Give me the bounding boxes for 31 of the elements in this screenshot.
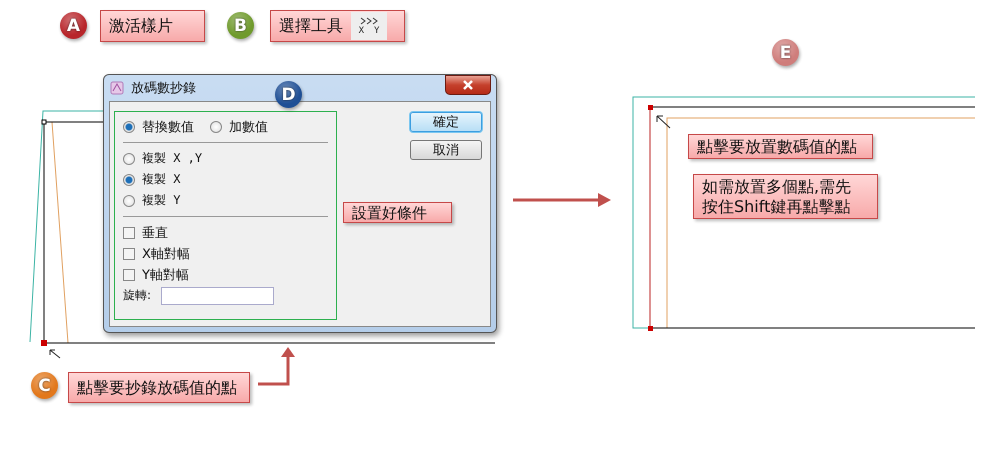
callout-text: 激活樣片 <box>109 16 173 36</box>
radio-option[interactable]: 替換數值 <box>123 118 194 136</box>
callout-text: 設置好條件 <box>352 202 427 222</box>
close-button[interactable] <box>445 75 491 95</box>
cursor-icon <box>656 116 670 128</box>
checkbox-option[interactable]: X軸對幅 <box>123 244 190 262</box>
cancel-button[interactable]: 取消 <box>410 140 482 160</box>
cursor-icon <box>50 350 60 358</box>
checkbox-option[interactable]: 垂直 <box>123 224 168 242</box>
radio-option[interactable]: 複製 X <box>123 171 180 188</box>
step-badge: A <box>60 12 87 39</box>
step-badge: C <box>31 372 58 399</box>
ok-button[interactable]: 確定 <box>410 112 482 132</box>
step-badge: B <box>227 12 254 39</box>
rotate-label: 旋轉: <box>123 287 152 304</box>
callout-text: 點擊要放置數碼值的點 <box>697 136 857 156</box>
step-badge: E <box>772 39 799 66</box>
app-icon <box>109 80 125 96</box>
callout-text: 按住Shift鍵再點擊點 <box>702 196 852 216</box>
callout-text: 點擊要抄錄放碼值的點 <box>77 378 237 398</box>
radio-option[interactable]: 加數值 <box>210 118 268 136</box>
callout-text: 如需放置多個點,需先 <box>702 176 852 196</box>
checkbox-option[interactable]: Y軸對幅 <box>123 266 189 284</box>
callout-text: 選擇工具 <box>279 16 343 36</box>
radio-option[interactable]: 複製 Y <box>123 192 180 209</box>
radio-option[interactable]: 複製 X ,Y <box>123 150 202 167</box>
window-title: 放碼數抄錄 <box>131 80 196 97</box>
close-icon <box>462 80 474 90</box>
tool-button[interactable]: X Y <box>351 12 387 40</box>
elbow-arrow <box>258 347 295 386</box>
rotate-field[interactable] <box>161 286 274 304</box>
